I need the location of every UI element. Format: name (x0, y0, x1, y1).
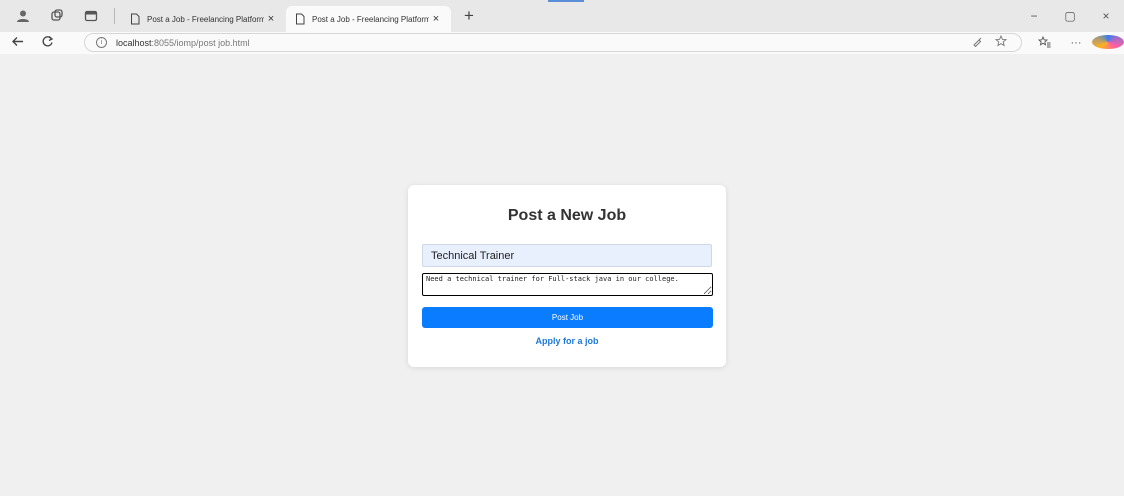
refresh-icon[interactable] (34, 35, 60, 51)
back-icon[interactable] (4, 35, 30, 51)
workspaces-icon[interactable] (46, 5, 68, 27)
tab-post-job-1[interactable]: Post a Job - Freelancing Platform × (121, 6, 286, 32)
document-icon (131, 13, 140, 25)
tab-divider (114, 8, 115, 24)
profile-icon[interactable] (12, 5, 34, 27)
job-description-textarea[interactable]: Need a technical trainer for Full-stack … (422, 273, 713, 296)
favorite-star-icon[interactable] (989, 34, 1013, 50)
restore-button[interactable]: ▢ (1052, 9, 1088, 23)
url-text[interactable]: localhost:8055/iomp/post job.html (116, 38, 250, 48)
tab-title: Post a Job - Freelancing Platform (312, 14, 429, 24)
copilot-icon[interactable] (1092, 34, 1124, 52)
tab-post-job-2[interactable]: Post a Job - Freelancing Platform × (286, 6, 451, 32)
document-icon (296, 13, 305, 25)
job-title-input[interactable] (422, 244, 712, 267)
close-tab-icon[interactable]: × (264, 13, 278, 25)
site-info-icon[interactable]: i (96, 37, 107, 48)
apply-for-job-link[interactable]: Apply for a job (408, 336, 726, 346)
new-tab-button[interactable]: + (457, 6, 481, 26)
read-aloud-icon[interactable] (965, 36, 989, 50)
page-title: Post a New Job (507, 207, 627, 224)
address-bar[interactable]: i localhost:8055/iomp/post job.html (84, 33, 1022, 52)
window-controls: − ▢ × (1016, 0, 1124, 32)
tab-strip: Post a Job - Freelancing Platform × Post… (0, 0, 1124, 32)
post-job-card: Post a New Job Need a technical trainer … (408, 185, 726, 367)
minimize-button[interactable]: − (1016, 9, 1052, 23)
address-toolbar: i localhost:8055/iomp/post job.html ··· (0, 32, 1124, 54)
close-tab-icon[interactable]: × (429, 13, 443, 25)
vertical-tabs-icon[interactable] (80, 5, 102, 27)
tab-title: Post a Job - Freelancing Platform (147, 14, 264, 24)
url-host: localhost (116, 37, 152, 48)
favorites-icon[interactable] (1028, 35, 1060, 51)
url-path: :8055/iomp/post job.html (151, 37, 250, 48)
accent-line (548, 0, 584, 2)
post-job-button[interactable]: Post Job (422, 307, 713, 328)
more-options-icon[interactable]: ··· (1060, 37, 1092, 49)
close-window-button[interactable]: × (1088, 9, 1124, 23)
